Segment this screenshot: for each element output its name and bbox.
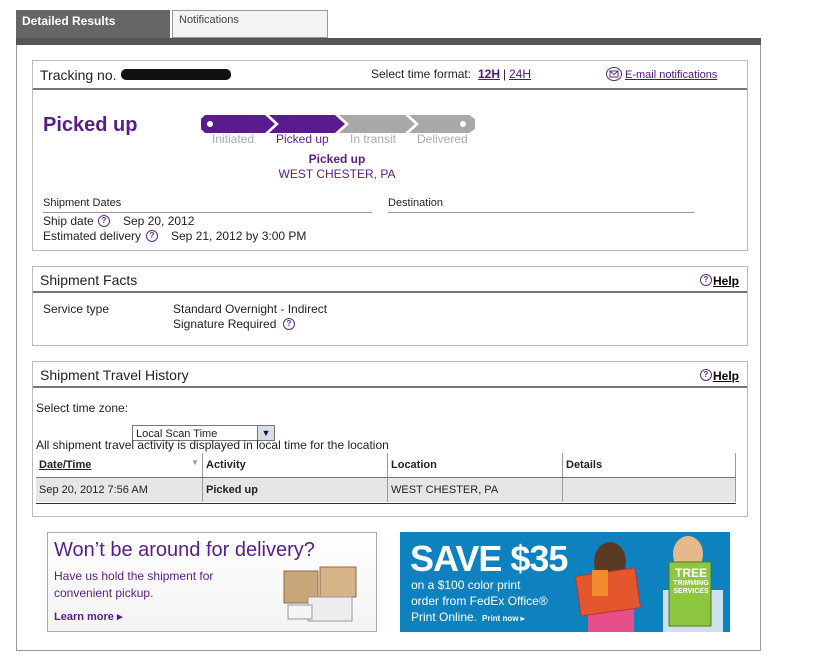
ad1-line1: Have us hold the shipment for — [54, 569, 214, 583]
shipment-facts-title: Shipment Facts — [40, 272, 138, 288]
shipment-dates-heading: Shipment Dates — [43, 197, 372, 213]
shipment-facts-header: Shipment Facts ? Help — [33, 267, 747, 293]
history-table: Date/Time ▼ Activity Location Details Sep… — [36, 453, 736, 502]
column-header-details: Details — [562, 453, 736, 478]
ad2-badge-line3: SERVICES — [673, 588, 709, 595]
time-format-label: Select time format: — [371, 67, 472, 81]
boxes-illustration — [283, 566, 357, 622]
column-header-activity: Activity — [202, 453, 388, 478]
email-notifications-link[interactable]: E-mail notifications — [625, 69, 717, 81]
ad1-line2: convenient pickup. — [54, 586, 154, 600]
time-zone-label: Select time zone: — [36, 401, 129, 415]
shipment-facts-panel: Shipment Facts ? Help Service type Stand… — [32, 266, 748, 346]
progress-step-picked-up — [269, 115, 345, 133]
ad2-print-now-link[interactable]: Print now ▸ — [482, 614, 525, 623]
travel-history-panel: Shipment Travel History ? Help Select ti… — [32, 361, 748, 517]
progress-step-in-transit — [339, 115, 415, 133]
ad1-learn-more-link[interactable]: Learn more ▸ — [54, 610, 123, 623]
tracking-header: Tracking no. Select time format: 12H | 2… — [33, 61, 747, 90]
tab-bar-divider — [16, 38, 761, 45]
service-type-label: Service type — [43, 302, 110, 316]
travel-history-title: Shipment Travel History — [40, 367, 189, 383]
history-help-link[interactable]: Help — [713, 369, 739, 383]
tracking-number-redacted — [121, 69, 231, 80]
table-row: Sep 20, 2012 7:56 AM Picked up WEST CHES… — [36, 477, 736, 502]
column-header-location: Location — [387, 453, 563, 478]
travel-history-header: Shipment Travel History ? Help — [33, 362, 747, 388]
tab-notifications[interactable]: Notifications — [172, 10, 328, 38]
facts-help-icon[interactable]: ? — [700, 274, 712, 286]
estimated-delivery-label: Estimated delivery — [43, 229, 142, 243]
progress-label-picked-up: Picked up — [276, 132, 329, 146]
sort-arrow-icon[interactable]: ▼ — [191, 458, 199, 467]
signature-help-icon[interactable]: ? — [283, 318, 295, 330]
email-icon[interactable] — [606, 67, 622, 81]
progress-end-dot — [460, 121, 466, 127]
estimated-delivery-help-icon[interactable]: ? — [146, 230, 158, 242]
time-format-separator: | — [503, 67, 507, 81]
tracking-panel: Tracking no. Select time format: 12H | 2… — [32, 60, 748, 251]
progress-label-initiated: Initiated — [212, 132, 255, 146]
hold-shipment-ad[interactable]: Won’t be around for delivery? Have us ho… — [47, 532, 377, 632]
history-help-icon[interactable]: ? — [700, 369, 712, 381]
time-format-24h-link[interactable]: 24H — [509, 67, 531, 81]
current-status-location: WEST CHESTER, PA — [278, 167, 396, 181]
status-title: Picked up — [43, 114, 138, 136]
progress-label-delivered: Delivered — [417, 132, 468, 146]
row-details — [562, 477, 736, 502]
ad2-line2: order from FedEx Office® — [411, 594, 548, 608]
ship-date-label: Ship date — [43, 214, 94, 228]
column-header-datetime[interactable]: Date/Time ▼ — [36, 453, 203, 478]
history-table-bottom-rule — [36, 503, 736, 504]
time-format-12h-link[interactable]: 12H — [478, 67, 500, 81]
row-activity: Picked up — [202, 477, 388, 502]
progress-start-dot — [207, 121, 213, 127]
ad2-line3: Print Online. — [411, 610, 478, 624]
fedex-office-print-ad[interactable]: SAVE $35 on a $100 color print order fro… — [400, 532, 730, 632]
ad2-badge-line1: TREE — [674, 566, 707, 580]
history-note: All shipment travel activity is displaye… — [36, 438, 389, 452]
progress-label-in-transit: In transit — [350, 132, 397, 146]
tracking-label: Tracking no. — [40, 67, 117, 83]
ad2-headline: SAVE $35 — [410, 538, 568, 579]
tab-detailed-results[interactable]: Detailed Results — [16, 10, 170, 38]
ad1-headline: Won’t be around for delivery? — [54, 539, 315, 561]
service-type-value: Standard Overnight - Indirect — [173, 302, 328, 316]
ad2-badge-line2: TRIMMING — [673, 580, 709, 587]
ad2-line1: on a $100 color print — [411, 578, 521, 592]
destination-heading: Destination — [388, 197, 694, 213]
estimated-delivery-value: Sep 21, 2012 by 3:00 PM — [171, 229, 307, 243]
ship-date-value: Sep 20, 2012 — [123, 214, 195, 228]
history-table-header-row: Date/Time ▼ Activity Location Details — [36, 453, 736, 478]
row-datetime: Sep 20, 2012 7:56 AM — [36, 477, 203, 502]
row-location: WEST CHESTER, PA — [387, 477, 563, 502]
facts-help-link[interactable]: Help — [713, 274, 739, 288]
signature-required-text: Signature Required — [173, 317, 277, 331]
current-status-label: Picked up — [308, 152, 366, 166]
ship-date-help-icon[interactable]: ? — [98, 215, 110, 227]
